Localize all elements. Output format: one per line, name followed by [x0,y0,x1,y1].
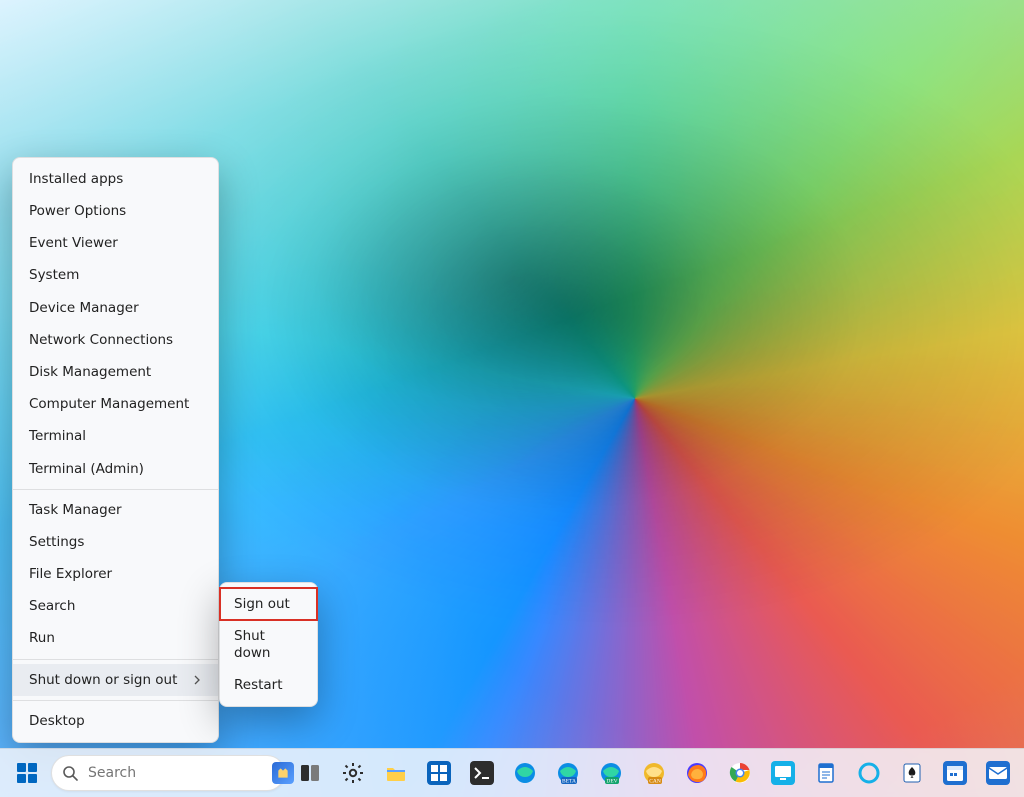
svg-text:CAN: CAN [649,779,661,785]
taskbar-search[interactable] [51,755,285,791]
menu-item-file-explorer[interactable]: File Explorer [13,558,218,590]
menu-item-network-connections[interactable]: Network Connections [13,324,218,356]
taskbar-icon-edge-canary[interactable]: CAN [635,753,672,793]
menu-separator [13,700,218,701]
menu-item-label: Installed apps [29,171,123,187]
taskbar-icon-mail[interactable] [979,753,1016,793]
edge-beta-icon: BETA [556,761,580,785]
windows-logo-icon [28,774,37,783]
taskbar-icon-edge-dev[interactable]: DEV [592,753,629,793]
windows-logo-icon [28,763,37,772]
edge-canary-icon: CAN [642,761,666,785]
terminal-icon [470,761,494,785]
windows-logo-icon [17,774,26,783]
submenu-item-shut-down[interactable]: Shut down [220,620,317,668]
taskbar-icon-solitaire[interactable] [893,753,930,793]
windows-logo-icon [17,763,26,772]
menu-item-label: Device Manager [29,300,139,316]
menu-item-label: Shut down or sign out [29,672,177,688]
folder-icon [384,761,408,785]
menu-item-task-manager[interactable]: Task Manager [13,494,218,526]
taskbar-icon-firefox[interactable] [678,753,715,793]
firefox-icon [685,761,709,785]
menu-item-device-manager[interactable]: Device Manager [13,292,218,324]
store-icon [427,761,451,785]
menu-item-label: Task Manager [29,502,122,518]
menu-item-installed-apps[interactable]: Installed apps [13,163,218,195]
menu-item-terminal-admin[interactable]: Terminal (Admin) [13,453,218,485]
winx-context-menu: Installed apps Power Options Event Viewe… [12,157,219,743]
svg-text:DEV: DEV [606,779,617,785]
menu-item-label: Search [29,598,75,614]
menu-item-system[interactable]: System [13,259,218,291]
calendar-icon [943,761,967,785]
edge-dev-icon: DEV [599,761,623,785]
menu-item-computer-management[interactable]: Computer Management [13,388,218,420]
chevron-right-icon [192,675,202,685]
taskbar-icon-settings[interactable] [334,753,371,793]
submenu-item-label: Sign out [234,596,290,612]
submenu-item-label: Restart [234,677,283,693]
menu-item-desktop[interactable]: Desktop [13,705,218,737]
submenu-item-sign-out[interactable]: Sign out [220,588,317,620]
search-icon [62,765,78,781]
menu-item-shutdown-signout[interactable]: Shut down or sign out [13,664,218,696]
notepad-icon [814,761,838,785]
card-spade-icon [900,761,924,785]
menu-item-run[interactable]: Run [13,622,218,654]
taskbar-icon-edge-beta[interactable]: BETA [549,753,586,793]
edge-icon [513,761,537,785]
menu-item-label: Computer Management [29,396,189,412]
shutdown-submenu: Sign out Shut down Restart [219,582,318,707]
menu-item-label: Desktop [29,713,85,729]
menu-item-event-viewer[interactable]: Event Viewer [13,227,218,259]
taskbar-icon-calendar[interactable] [936,753,973,793]
cortana-icon [857,761,881,785]
menu-item-label: Network Connections [29,332,173,348]
chrome-icon [728,761,752,785]
mail-icon [986,761,1010,785]
menu-item-label: System [29,267,79,283]
menu-item-label: Terminal (Admin) [29,461,144,477]
menu-item-label: Event Viewer [29,235,118,251]
taskbar-icon-chrome[interactable] [721,753,758,793]
menu-item-power-options[interactable]: Power Options [13,195,218,227]
taskbar-icon-terminal[interactable] [463,753,500,793]
taskbar-icon-task-view[interactable] [291,753,328,793]
search-input[interactable] [86,764,264,782]
taskbar: BETA DEV CAN [0,748,1024,797]
taskbar-icon-remote-desktop[interactable] [764,753,801,793]
start-button[interactable] [8,753,45,793]
menu-item-label: File Explorer [29,566,112,582]
taskbar-icon-notepad[interactable] [807,753,844,793]
svg-text:BETA: BETA [562,779,576,785]
menu-item-label: Terminal [29,428,86,444]
taskbar-icon-cortana[interactable] [850,753,887,793]
submenu-item-restart[interactable]: Restart [220,669,317,701]
menu-item-terminal[interactable]: Terminal [13,420,218,452]
menu-separator [13,489,218,490]
task-view-icon [298,761,322,785]
menu-item-settings[interactable]: Settings [13,526,218,558]
gear-icon [341,761,365,785]
menu-separator [13,659,218,660]
submenu-item-label: Shut down [234,628,303,660]
taskbar-icon-microsoft-store[interactable] [420,753,457,793]
menu-item-label: Disk Management [29,364,151,380]
taskbar-icon-file-explorer[interactable] [377,753,414,793]
taskbar-icon-edge[interactable] [506,753,543,793]
menu-item-label: Settings [29,534,84,550]
menu-item-disk-management[interactable]: Disk Management [13,356,218,388]
menu-item-search[interactable]: Search [13,590,218,622]
menu-item-label: Run [29,630,55,646]
monitor-icon [771,761,795,785]
menu-item-label: Power Options [29,203,126,219]
